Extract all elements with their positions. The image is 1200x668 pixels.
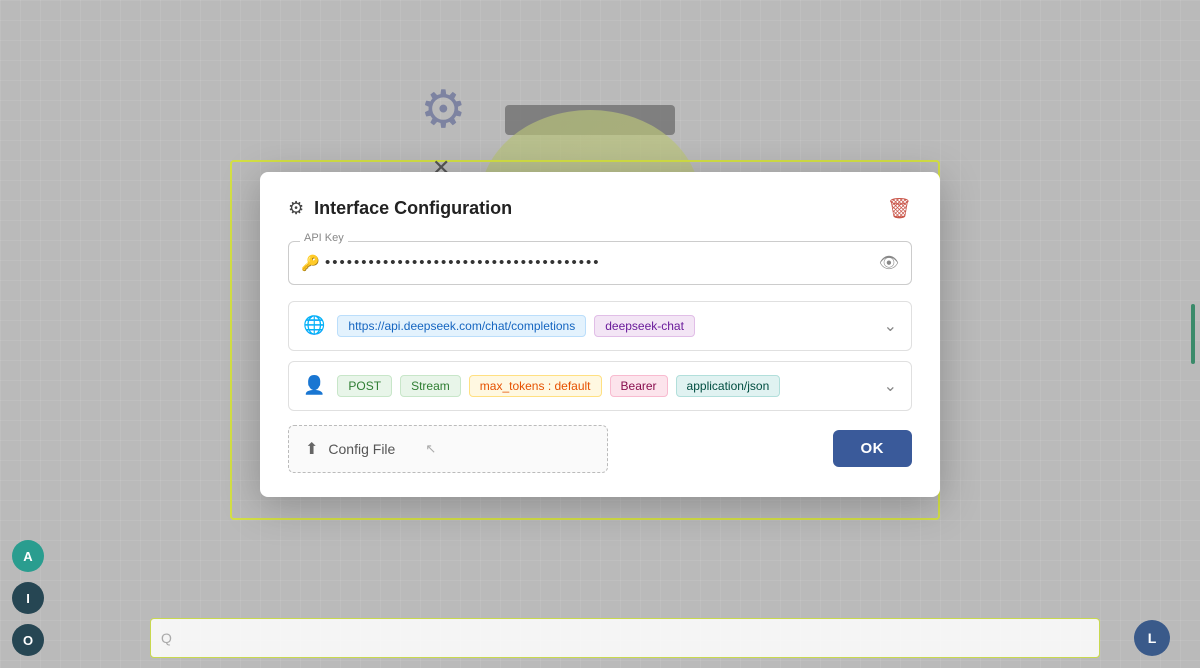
interface-config-modal: ⚙ Interface Configuration 🗑 API Key 🔑 ••… xyxy=(260,172,940,497)
tag-model: deepseek-chat xyxy=(594,315,695,337)
api-key-value: •••••••••••••••••••••••••••••••••••••• xyxy=(325,254,871,271)
modal-bottom: ⬆ Config File ↖ OK xyxy=(288,425,912,473)
modal-title-row: ⚙ Interface Configuration xyxy=(288,198,512,219)
api-key-label: API Key xyxy=(300,232,348,244)
modal-gear-icon: ⚙ xyxy=(288,198,304,219)
tag-url: https://api.deepseek.com/chat/completion… xyxy=(337,315,586,337)
upload-icon: ⬆ xyxy=(305,439,318,459)
tag-stream: Stream xyxy=(400,375,461,397)
config-file-input[interactable]: ⬆ Config File ↖ xyxy=(288,425,608,473)
globe-icon: 🌐 xyxy=(303,315,325,336)
chevron-down-icon-url[interactable]: ⌄ xyxy=(884,316,897,336)
eye-icon[interactable]: 👁 xyxy=(879,253,899,273)
tag-max-tokens: max_tokens : default xyxy=(469,375,602,397)
user-icon: 👤 xyxy=(303,375,325,396)
config-file-label: Config File xyxy=(328,441,395,457)
config-section-url: 🌐 https://api.deepseek.com/chat/completi… xyxy=(288,301,912,351)
modal-delete-icon[interactable]: 🗑 xyxy=(887,196,912,221)
tag-application-json: application/json xyxy=(676,375,781,397)
config-row-request[interactable]: 👤 POST Stream max_tokens : default Beare… xyxy=(289,362,911,410)
modal-backdrop: ⚙ Interface Configuration 🗑 API Key 🔑 ••… xyxy=(0,0,1200,668)
modal-title: Interface Configuration xyxy=(314,198,512,219)
modal-header: ⚙ Interface Configuration 🗑 xyxy=(288,196,912,221)
tag-post: POST xyxy=(337,375,392,397)
config-section-request: 👤 POST Stream max_tokens : default Beare… xyxy=(288,361,912,411)
ok-button[interactable]: OK xyxy=(833,430,913,467)
key-icon: 🔑 xyxy=(301,254,320,272)
api-key-input-row[interactable]: 🔑 ••••••••••••••••••••••••••••••••••••••… xyxy=(288,241,912,285)
cursor: ↖ xyxy=(425,441,436,457)
tag-bearer: Bearer xyxy=(610,375,668,397)
config-row-url[interactable]: 🌐 https://api.deepseek.com/chat/completi… xyxy=(289,302,911,350)
chevron-down-icon-request[interactable]: ⌄ xyxy=(884,376,897,396)
api-key-field-group: API Key 🔑 ••••••••••••••••••••••••••••••… xyxy=(288,241,912,285)
